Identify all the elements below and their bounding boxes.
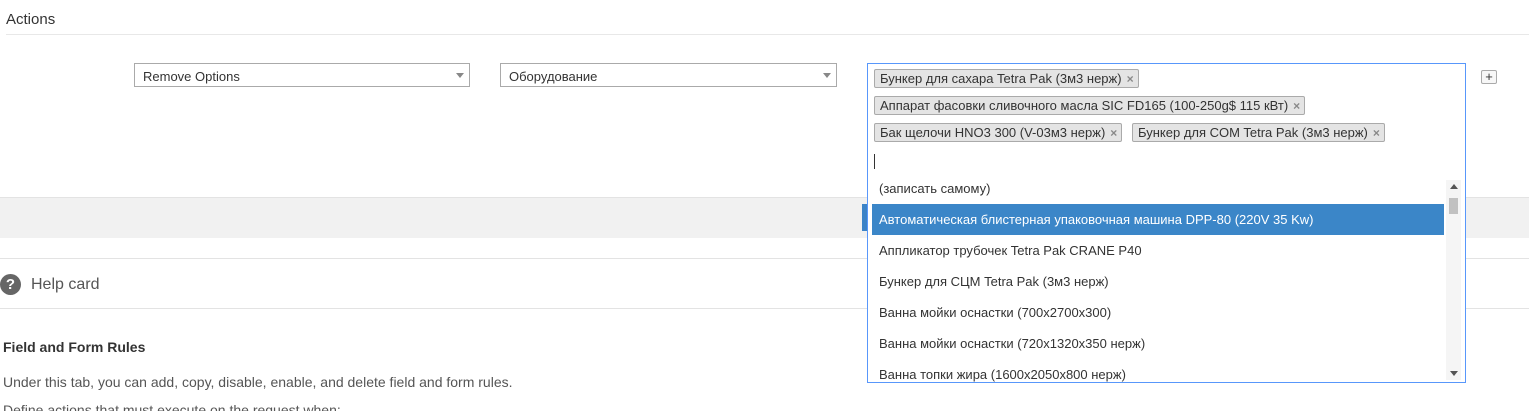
selected-chip: Бункер для COM Tetra Pak (3м3 нерж) ×	[1132, 123, 1385, 142]
chip-label: Бункер для сахара Tetra Pak (3м3 нерж)	[880, 71, 1122, 86]
remove-chip-icon[interactable]: ×	[1293, 97, 1300, 115]
search-input-cursor[interactable]	[874, 154, 875, 169]
dropdown-scrollbar[interactable]	[1446, 180, 1461, 380]
chip-label: Аппарат фасовки сливочного масла SIC FD1…	[880, 98, 1289, 113]
dropdown-option[interactable]: Аппликатор трубочек Tetra Pak CRANE P40	[872, 235, 1444, 266]
rules-section-title: Field and Form Rules	[3, 339, 146, 355]
action-type-value: Remove Options	[143, 69, 240, 84]
dropdown-option[interactable]: Ванна мойки оснастки (720x1320x350 нерж)	[872, 328, 1444, 359]
help-card-title[interactable]: Help card	[31, 276, 99, 294]
add-rule-button[interactable]: +	[1481, 70, 1497, 84]
chip-label: Бак щелочи HNO3 300 (V-03м3 нерж)	[880, 125, 1106, 140]
dropdown-option[interactable]: Бункер для СЦМ Tetra Pak (3м3 нерж)	[872, 266, 1444, 297]
dropdown-option[interactable]: (записать самому)	[872, 173, 1444, 204]
remove-chip-icon[interactable]: ×	[1127, 70, 1134, 88]
selected-chip: Аппарат фасовки сливочного масла SIC FD1…	[874, 96, 1306, 115]
options-multiselect[interactable]: Бункер для сахара Tetra Pak (3м3 нерж) ×…	[867, 63, 1466, 173]
options-dropdown: (записать самому) Автоматическая блистер…	[867, 173, 1466, 383]
dropdown-option[interactable]: Ванна мойки оснастки (700x2700x300)	[872, 297, 1444, 328]
rules-description: Under this tab, you can add, copy, disab…	[3, 374, 513, 390]
help-icon: ?	[0, 274, 21, 295]
actions-heading: Actions	[6, 11, 56, 28]
chevron-down-icon	[823, 73, 831, 78]
chip-label: Бункер для COM Tetra Pak (3м3 нерж)	[1138, 125, 1368, 140]
action-type-select[interactable]: Remove Options	[134, 63, 470, 87]
chevron-down-icon	[456, 73, 464, 78]
remove-chip-icon[interactable]: ×	[1373, 124, 1380, 142]
dropdown-option-highlighted[interactable]: Автоматическая блистерная упаковочная ма…	[872, 204, 1444, 235]
rules-description-2: Define actions that must execute on the …	[3, 402, 341, 411]
dropdown-option[interactable]: Ванна топки жира (1600x2050x800 нерж)	[872, 359, 1444, 382]
scroll-thumb[interactable]	[1449, 198, 1458, 214]
selected-chip: Бункер для сахара Tetra Pak (3м3 нерж) ×	[874, 69, 1139, 88]
field-select[interactable]: Оборудование	[500, 63, 837, 87]
scroll-down-arrow-icon[interactable]	[1450, 371, 1458, 376]
selected-chip: Бак щелочи HNO3 300 (V-03м3 нерж) ×	[874, 123, 1123, 142]
rules-page: Actions Remove Options Оборудование ? He…	[0, 0, 1529, 411]
actions-divider	[6, 34, 1529, 35]
remove-chip-icon[interactable]: ×	[1110, 124, 1117, 142]
field-value: Оборудование	[509, 69, 598, 84]
scroll-up-arrow-icon[interactable]	[1450, 184, 1458, 189]
